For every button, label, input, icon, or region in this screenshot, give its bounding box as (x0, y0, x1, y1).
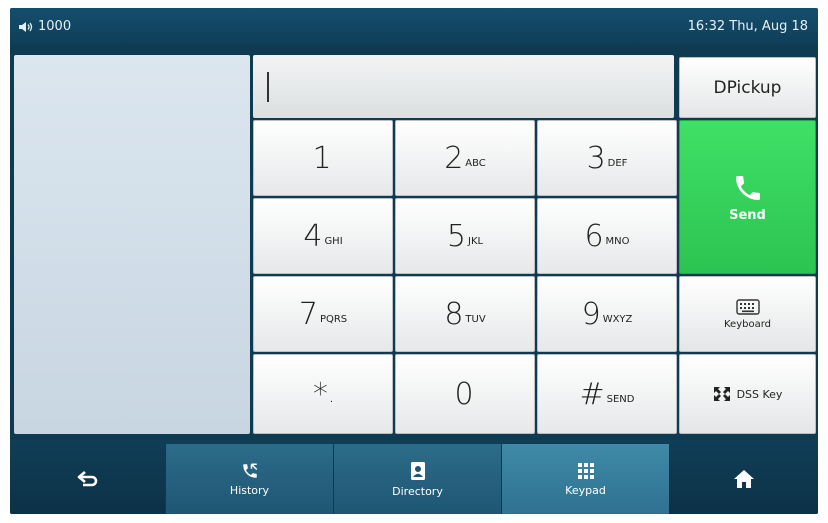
key-digit: 2 (444, 140, 464, 176)
keypad-grid-icon (577, 462, 595, 480)
text-caret (267, 71, 269, 102)
bottom-navigation: History Directory Keypad (10, 440, 818, 514)
key-digit: 5 (446, 218, 466, 254)
key-9[interactable]: 9 WXYZ (537, 276, 677, 352)
key-letters: WXYZ (602, 313, 633, 325)
tab-history[interactable]: History (165, 444, 333, 514)
tab-directory-label: Directory (392, 484, 443, 498)
key-2[interactable]: 2 ABC (395, 120, 535, 196)
key-letters: GHI (324, 235, 343, 247)
key-hash[interactable]: # SEND (537, 354, 677, 434)
key-digit: 4 (303, 218, 323, 254)
status-bar: 1000 16:32 Thu, Aug 18 (10, 8, 818, 46)
tab-directory[interactable]: Directory (333, 444, 501, 514)
dss-key-label: DSS Key (736, 387, 783, 401)
phone-screen: 1000 16:32 Thu, Aug 18 1 2 ABC 3 DEF 4 GHI … (10, 8, 818, 514)
key-star[interactable]: *. (253, 354, 393, 434)
key-8[interactable]: 8 TUV (395, 276, 535, 352)
keyboard-button[interactable]: Keyboard (679, 276, 816, 352)
account-label: 1000 (38, 19, 72, 34)
dss-key-button[interactable]: DSS Key (679, 354, 816, 434)
key-letters: JKL (468, 235, 484, 247)
key-digit: 9 (581, 296, 601, 332)
left-info-panel (14, 55, 250, 434)
key-letters: PQRS (319, 313, 348, 325)
home-button[interactable] (669, 444, 818, 514)
key-digit: * (312, 376, 328, 412)
home-icon (733, 469, 755, 489)
key-digit: 0 (454, 376, 474, 412)
key-letters: ABC (465, 157, 486, 169)
key-digit: 3 (586, 140, 606, 176)
speaker-icon (18, 21, 34, 33)
key-1[interactable]: 1 (253, 120, 393, 196)
key-7[interactable]: 7 PQRS (253, 276, 393, 352)
dpickup-button[interactable]: DPickup (679, 57, 816, 118)
key-digit: 6 (584, 218, 604, 254)
back-button[interactable] (10, 444, 165, 514)
key-6[interactable]: 6 MNO (537, 198, 677, 274)
send-button[interactable]: Send (679, 120, 816, 274)
key-5[interactable]: 5 JKL (395, 198, 535, 274)
key-digit: 8 (444, 296, 464, 332)
dpickup-label: DPickup (713, 77, 782, 98)
key-digit: # (579, 376, 605, 412)
tab-keypad[interactable]: Keypad (501, 444, 669, 514)
key-digit: 7 (298, 296, 318, 332)
key-0[interactable]: 0 (395, 354, 535, 434)
expand-arrows-icon (713, 386, 731, 402)
key-digit: 1 (312, 140, 332, 176)
dial-number-input[interactable] (253, 55, 674, 118)
key-letters: MNO (605, 235, 630, 247)
key-3[interactable]: 3 DEF (537, 120, 677, 196)
directory-book-icon (409, 461, 427, 481)
back-arrow-icon (77, 470, 99, 488)
tab-keypad-label: Keypad (565, 483, 606, 497)
key-letters: DEF (607, 157, 628, 169)
send-label: Send (729, 207, 766, 223)
keyboard-label: Keyboard (723, 318, 771, 330)
key-letters: TUV (465, 313, 486, 325)
key-4[interactable]: 4 GHI (253, 198, 393, 274)
datetime: 16:32 Thu, Aug 18 (687, 19, 808, 34)
account-indicator[interactable]: 1000 (18, 19, 71, 34)
key-letters: . (329, 393, 334, 405)
keyboard-icon (735, 298, 760, 315)
tab-history-label: History (229, 483, 270, 497)
phone-handset-icon (732, 172, 764, 204)
history-call-icon (241, 462, 259, 480)
key-letters: SEND (606, 393, 635, 405)
